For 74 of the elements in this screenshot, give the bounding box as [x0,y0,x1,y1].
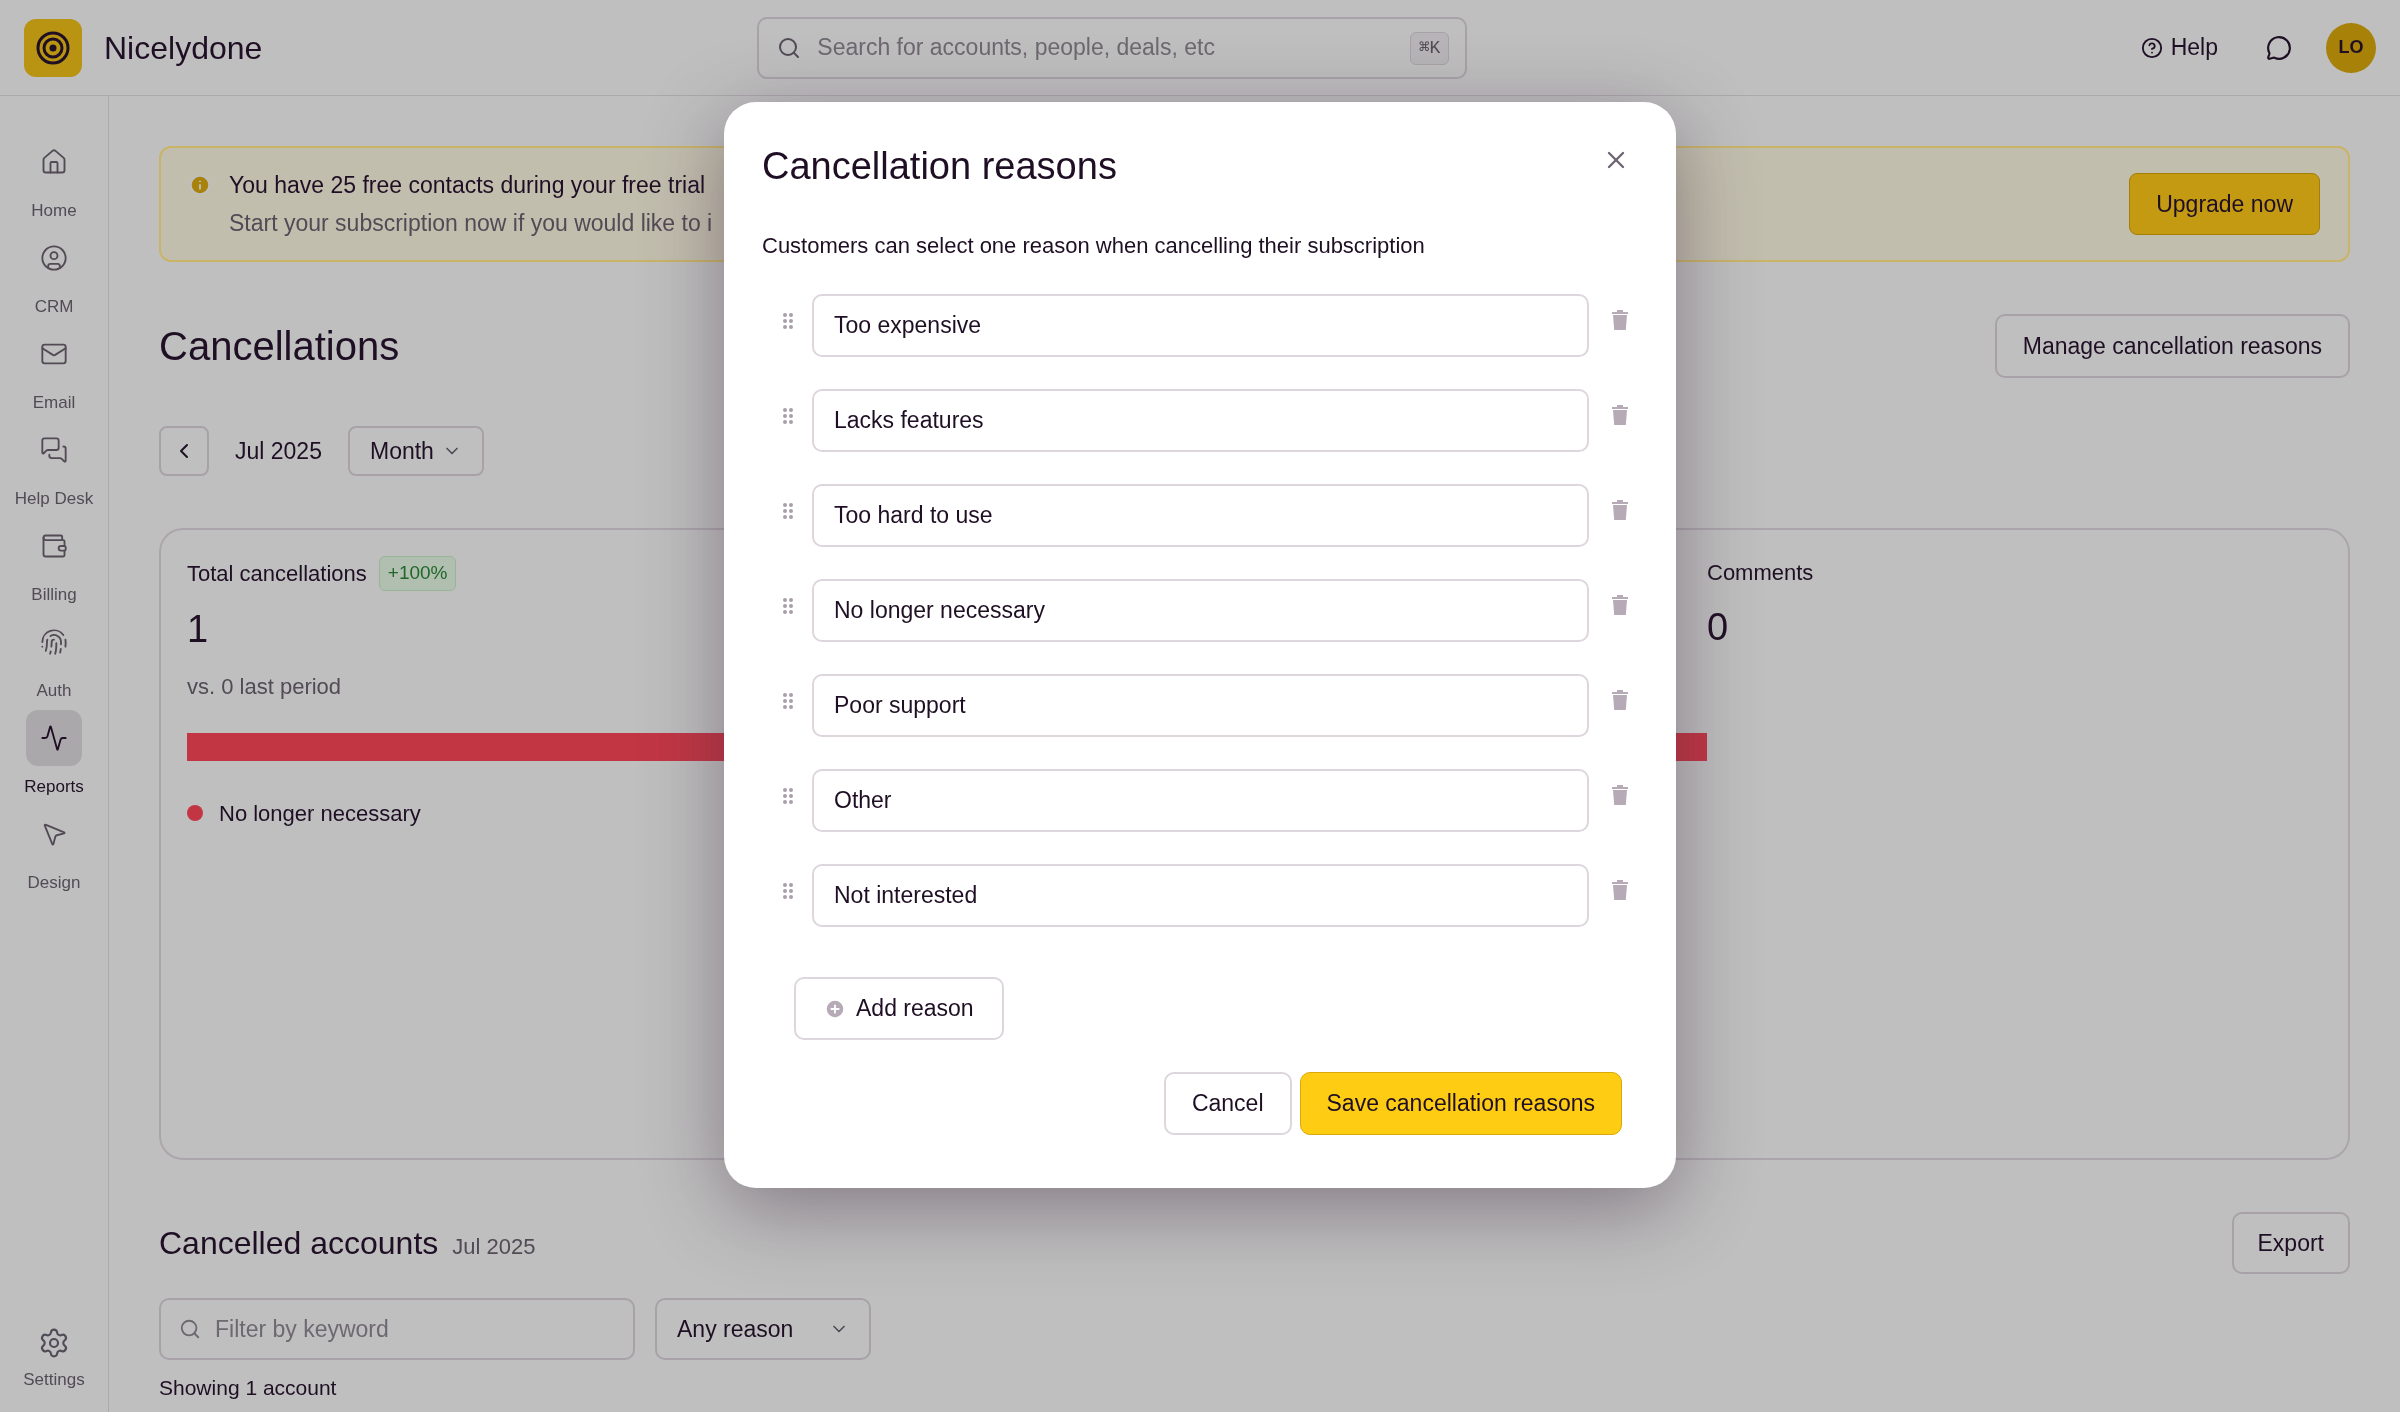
export-button[interactable]: Export [2231,1212,2350,1274]
reason-field[interactable]: Other [812,769,1589,832]
nav-item[interactable]: CRM [4,228,104,324]
drag-handle-icon[interactable] [782,597,794,615]
section-title: Cancelled accounts [159,1224,439,1263]
stat-label: Total cancellations [187,559,367,588]
trash-icon[interactable] [1611,879,1629,901]
user-avatar[interactable]: LO [2326,22,2376,73]
trash-icon[interactable] [1611,404,1629,426]
search-icon [179,1318,201,1340]
save-button[interactable]: Save cancellation reasons [1299,1072,1622,1135]
reason-field[interactable]: Poor support [812,674,1589,737]
fingerprint-icon [40,628,68,656]
app-name: Nicelydone [104,28,263,68]
nav-item[interactable]: Help Desk [4,420,104,516]
settings-icon [38,1326,70,1359]
stat-label: Comments [1707,559,1814,587]
wallet-icon [40,532,68,560]
logo-icon [24,18,82,77]
manage-reasons-button[interactable]: Manage cancellation reasons [1994,314,2350,378]
drag-handle-icon[interactable] [782,787,794,805]
page-title: Cancellations [159,323,400,370]
trash-icon[interactable] [1611,309,1629,331]
nav-item[interactable]: Home [4,132,104,228]
cancel-button[interactable]: Cancel [1163,1072,1292,1135]
help-icon [2140,36,2163,59]
drag-handle-icon[interactable] [782,502,794,520]
reason-field[interactable]: Not interested [812,864,1589,927]
reason-field[interactable]: Lacks features [812,389,1589,452]
reason-dropdown[interactable]: Any reason [655,1298,871,1360]
banner-text: Start your subscription now if you would like to i [229,209,713,238]
nav-item[interactable]: Email [4,324,104,420]
plus-icon [824,997,846,1020]
nav-item[interactable]: Auth [4,612,104,708]
dialog-description: Customers can select one reason when cancelling their subscription [762,232,1426,260]
reason-field[interactable]: Too hard to use [812,484,1589,547]
drag-handle-icon[interactable] [782,882,794,900]
reason-field[interactable]: Too expensive [812,294,1589,357]
home-icon [40,148,68,176]
results-count: Showing 1 account [159,1375,338,1401]
add-reason-button[interactable]: Add reason [794,977,1004,1040]
period-label: Jul 2025 [235,436,322,466]
chart-line-icon [40,724,68,752]
chat-bubbles-icon [40,436,68,464]
search-icon [777,35,802,60]
previous-period-button[interactable] [159,426,209,476]
nav-item[interactable]: Reports [4,708,104,804]
section-period: Jul 2025 [452,1233,536,1261]
stat-value: 1 [187,606,209,652]
reason-field[interactable]: No longer necessary [812,579,1589,642]
chat-icon[interactable] [2266,34,2292,61]
info-icon [189,174,211,196]
drag-handle-icon[interactable] [782,312,794,330]
help-button[interactable]: Help [2140,30,2218,65]
nav-item[interactable]: Design [4,804,104,900]
trash-icon[interactable] [1611,784,1629,806]
upgrade-button[interactable]: Upgrade now [2129,173,2320,235]
keyword-filter-field[interactable]: Filter by keyword [159,1298,635,1360]
nav-item[interactable]: Billing [4,516,104,612]
drag-handle-icon[interactable] [782,692,794,710]
drag-handle-icon[interactable] [782,407,794,425]
person-icon [40,244,68,272]
settings-nav-item[interactable]: Settings [23,1326,85,1392]
granularity-dropdown[interactable]: Month [347,426,484,476]
trash-icon[interactable] [1611,594,1629,616]
comparison-text: vs. 0 last period [187,672,342,701]
legend-label: No longer necessary [219,799,421,828]
change-badge: +100% [378,556,457,591]
dialog-title: Cancellation reasons [762,144,1117,189]
trash-icon[interactable] [1611,689,1629,711]
stat-value: 0 [1707,605,1730,650]
trash-icon[interactable] [1611,499,1629,521]
shortcut-key: ⌘K [1409,31,1450,65]
banner-title: You have 25 free contacts during your free trial [229,170,707,200]
